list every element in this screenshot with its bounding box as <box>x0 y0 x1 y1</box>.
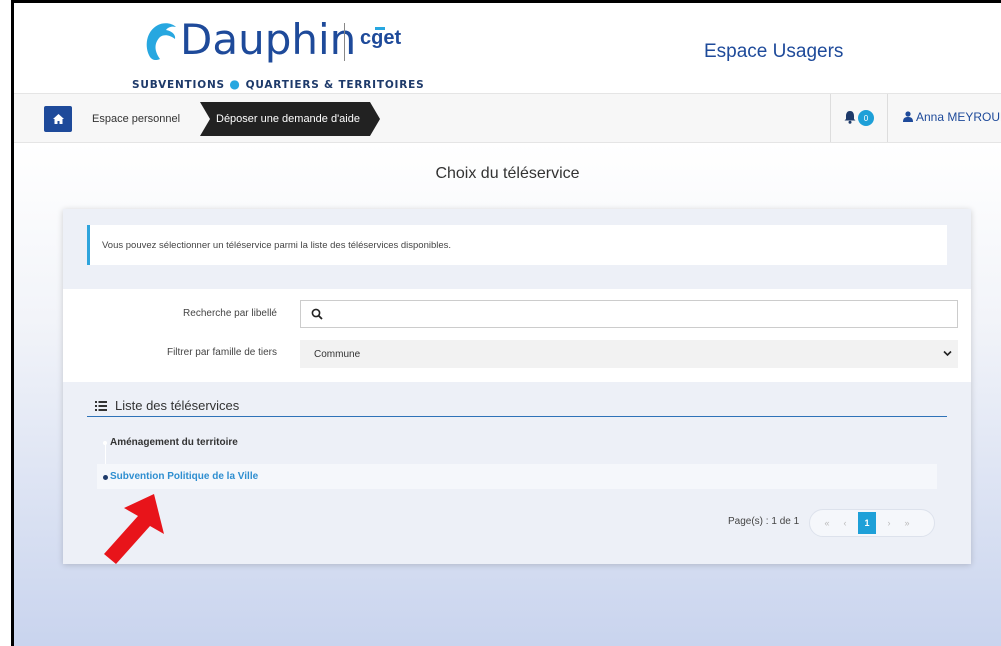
bell-icon[interactable] <box>843 110 857 124</box>
breadcrumb-espace-personnel[interactable]: Espace personnel <box>82 102 190 136</box>
info-message: Vous pouvez sélectionner un téléservice … <box>87 225 947 265</box>
logo-wordmark: Dauphin <box>180 15 357 64</box>
filter-label: Filtrer par famille de tiers <box>166 347 277 358</box>
list-item-amenagement[interactable]: Aménagement du territoire <box>110 437 238 448</box>
pagination: « ‹ 1 › » <box>809 509 935 537</box>
tagline-right: QUARTIERS & TERRITOIRES <box>245 79 425 91</box>
user-icon <box>903 111 913 122</box>
teleservice-card: Vous pouvez sélectionner un téléservice … <box>63 209 971 564</box>
search-icon <box>311 308 323 320</box>
pager-prev-button[interactable]: ‹ <box>836 518 854 528</box>
breadcrumb-bar: Espace personnel Déposer une demande d'a… <box>14 93 1001 143</box>
red-arrow-annotation <box>104 494 164 564</box>
page-title: Choix du téléservice <box>435 165 580 182</box>
main-content: Choix du téléservice Vous pouvez sélecti… <box>14 143 1001 646</box>
list-title: Liste des téléservices <box>87 395 947 417</box>
chevron-down-icon <box>943 350 952 357</box>
notification-badge[interactable]: 0 <box>858 110 874 126</box>
space-title: Espace Usagers <box>704 41 844 62</box>
screenshot-frame: Dauphin cget SUBVENTIONS ● QUARTIERS & T… <box>0 0 1001 646</box>
dauphin-logo[interactable]: Dauphin cget SUBVENTIONS ● QUARTIERS & T… <box>132 13 424 93</box>
list-bullet-selected <box>103 475 108 480</box>
site-header: Dauphin cget SUBVENTIONS ● QUARTIERS & T… <box>14 3 1001 93</box>
cget-logo: cget <box>360 27 402 49</box>
filter-selected-value: Commune <box>314 348 361 360</box>
logo-divider <box>344 23 345 61</box>
nav-divider <box>887 94 888 142</box>
pager-next-button[interactable]: › <box>880 518 898 528</box>
list-bullet <box>103 441 107 445</box>
pager-label: Page(s) : 1 de 1 <box>728 516 800 527</box>
list-title-text: Liste des téléservices <box>115 398 240 413</box>
list-item-politique-ville[interactable]: Subvention Politique de la Ville <box>110 471 258 482</box>
breadcrumb-deposer-demande[interactable]: Déposer une demande d'aide <box>200 102 380 136</box>
home-button[interactable] <box>44 106 72 132</box>
dolphin-logo-icon <box>146 23 176 61</box>
tagline-left: SUBVENTIONS <box>132 79 225 91</box>
search-input[interactable] <box>300 300 958 328</box>
user-area: 0 Anna MEYROUN <box>830 94 1001 142</box>
family-filter-select[interactable]: Commune <box>300 340 958 368</box>
search-label: Recherche par libellé <box>183 308 277 319</box>
cget-accent <box>375 27 385 30</box>
user-name-link[interactable]: Anna MEYROUN <box>916 110 1001 124</box>
pager-first-button[interactable]: « <box>818 518 836 528</box>
pager-current-page[interactable]: 1 <box>858 512 876 534</box>
pager-last-button[interactable]: » <box>898 518 916 528</box>
logo-tagline: SUBVENTIONS ● QUARTIERS & TERRITOIRES <box>132 77 424 91</box>
tagline-dot-icon: ● <box>229 77 246 91</box>
home-icon <box>52 114 64 124</box>
list-icon <box>95 400 107 411</box>
